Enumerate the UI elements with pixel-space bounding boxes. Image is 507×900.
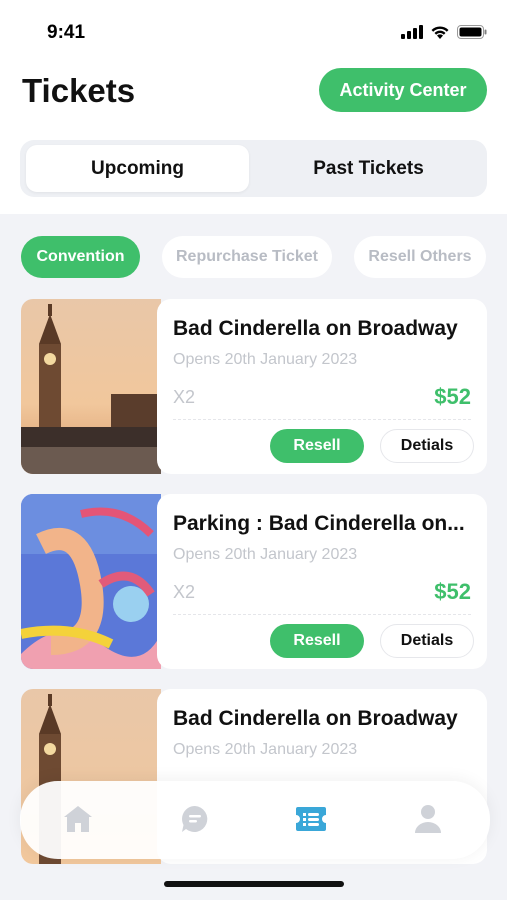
status-icons [401, 24, 487, 39]
bottom-tab-bar [20, 781, 490, 859]
battery-icon [457, 24, 487, 39]
tab-home[interactable] [58, 799, 98, 839]
ticket-card-body: Bad Cinderella on Broadway Opens 20th Ja… [157, 299, 487, 474]
tab-past-tickets[interactable]: Past Tickets [256, 145, 481, 192]
tab-chat[interactable] [175, 799, 215, 839]
wifi-icon [431, 26, 449, 39]
ticket-title: Parking : Bad Cinderella on... [173, 512, 465, 535]
home-icon [64, 806, 92, 832]
ticket-card[interactable]: Bad Cinderella on Broadway Opens 20th Ja… [21, 299, 487, 474]
ticket-quantity: X2 [173, 582, 196, 602]
profile-icon [415, 805, 441, 833]
ticket-price: $52 [434, 579, 471, 604]
tab-tickets[interactable] [291, 799, 331, 839]
tab-upcoming[interactable]: Upcoming [26, 145, 249, 192]
ticket-date: Opens 20th January 2023 [173, 546, 358, 563]
cellular-signal-icon [401, 24, 423, 39]
status-time: 9:41 [47, 22, 86, 43]
resell-button[interactable]: Resell [270, 429, 364, 463]
ticket-date: Opens 20th January 2023 [173, 741, 358, 758]
ticket-date: Opens 20th January 2023 [173, 351, 358, 368]
chip-repurchase-ticket[interactable]: Repurchase Ticket [162, 236, 332, 278]
chat-icon [182, 806, 208, 832]
divider [173, 419, 471, 420]
chip-convention[interactable]: Convention [21, 236, 140, 278]
activity-center-button[interactable]: Activity Center [319, 68, 487, 112]
ticket-quantity: X2 [173, 387, 196, 407]
resell-button[interactable]: Resell [270, 624, 364, 658]
status-bar: 9:41 [0, 0, 507, 60]
ticket-image-big-ben [21, 299, 161, 474]
details-button[interactable]: Detials [380, 429, 474, 463]
ticket-title: Bad Cinderella on Broadway [173, 317, 458, 340]
page-title: Tickets [22, 72, 136, 109]
ticket-segment-control: Upcoming Past Tickets [20, 140, 487, 197]
chip-resell-others[interactable]: Resell Others [354, 236, 486, 278]
ticket-price: $52 [434, 384, 471, 409]
filter-chips: Convention Repurchase Ticket Resell Othe… [0, 236, 507, 278]
details-button[interactable]: Detials [380, 624, 474, 658]
header: Tickets Activity Center [0, 64, 507, 118]
ticket-title: Bad Cinderella on Broadway [173, 707, 458, 730]
ticket-icon [296, 807, 326, 831]
home-indicator [164, 881, 344, 887]
tab-profile[interactable] [408, 799, 448, 839]
ticket-image-abstract [21, 494, 161, 669]
ticket-card[interactable]: Parking : Bad Cinderella on... Opens 20t… [21, 494, 487, 669]
divider [173, 614, 471, 615]
ticket-card-body: Parking : Bad Cinderella on... Opens 20t… [157, 494, 487, 669]
